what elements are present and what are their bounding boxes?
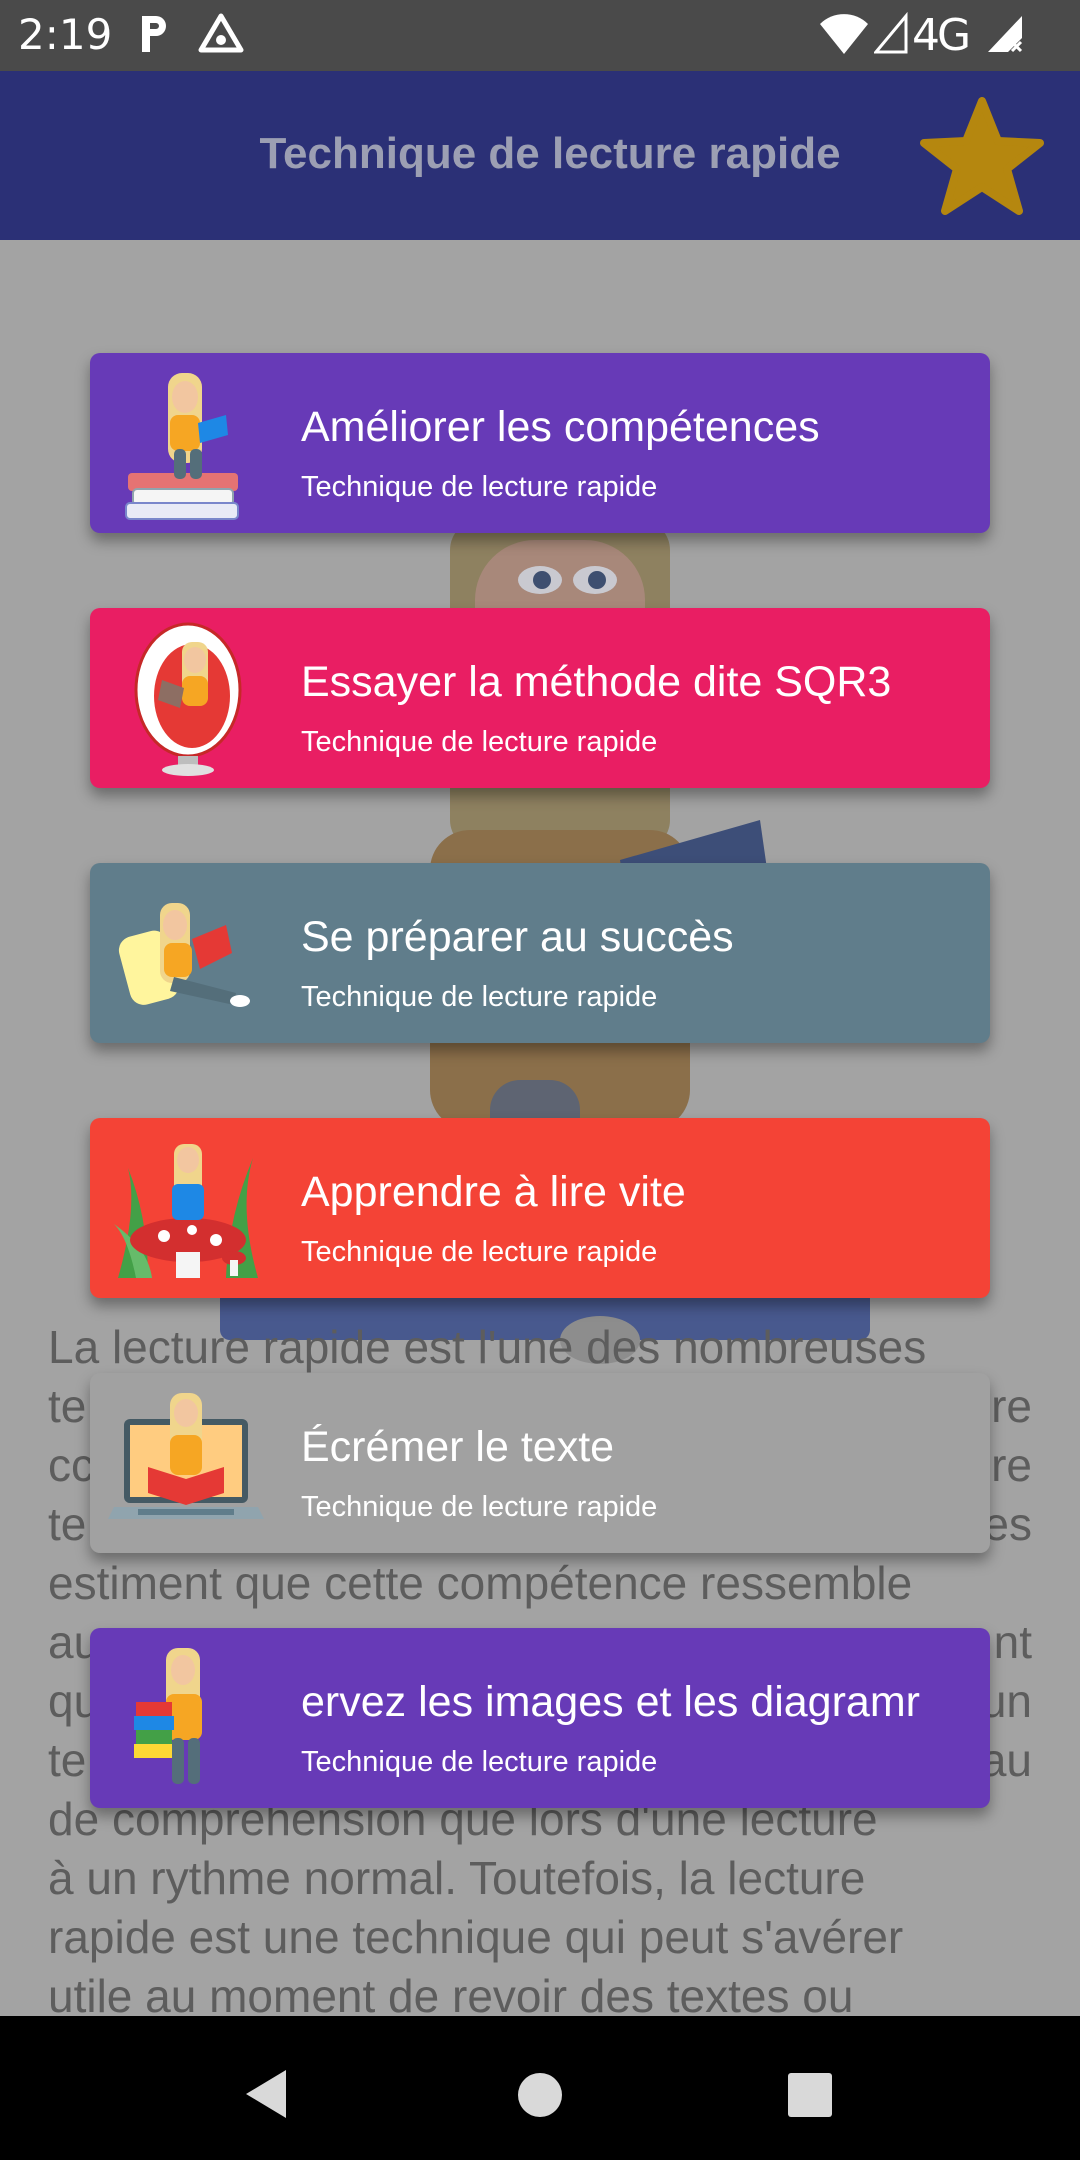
card-subtitle: Technique de lecture rapide — [301, 1236, 658, 1268]
status-time: 2:19 — [18, 10, 113, 59]
card-title: Apprendre à lire vite — [301, 1168, 686, 1216]
article-line-end: es — [983, 1498, 1032, 1550]
card-subtitle: Technique de lecture rapide — [301, 1491, 658, 1523]
card-observe-images[interactable]: ervez les images et les diagramr Techniq… — [90, 1628, 990, 1808]
article-line: cc — [48, 1439, 94, 1491]
network-type: 4G — [912, 10, 971, 61]
card-title: Améliorer les compétences — [301, 403, 820, 451]
article-line-end: re — [991, 1380, 1032, 1432]
article-line: te — [48, 1734, 87, 1786]
article-line: te — [48, 1498, 87, 1550]
card-improve-skills[interactable]: Améliorer les compétences Technique de l… — [90, 353, 990, 533]
card-subtitle: Technique de lecture rapide — [301, 981, 658, 1013]
avatar-laptop-icon — [108, 1393, 264, 1519]
star-icon[interactable] — [918, 97, 1046, 224]
card-title: Se préparer au succès — [301, 913, 734, 961]
system-nav-bar — [0, 2016, 1080, 2160]
signal-no-sim-icon — [984, 12, 1026, 61]
recents-square-icon[interactable] — [787, 2072, 833, 2118]
card-sqr3-method[interactable]: Essayer la méthode dite SQR3 Technique d… — [90, 608, 990, 788]
avatar-egg-chair-icon — [134, 622, 242, 776]
card-title: Essayer la méthode dite SQR3 — [301, 658, 892, 706]
article-line-end: nt — [993, 1616, 1032, 1668]
article-line: utile au moment de revoir des textes ou — [48, 1970, 854, 2016]
triangle-app-icon — [198, 12, 244, 61]
avatar-reading-pillow-icon — [118, 903, 250, 1007]
wifi-icon — [818, 12, 870, 61]
signal-icon — [872, 11, 908, 61]
article-line: à un rythme normal. Toutefois, la lectur… — [48, 1852, 866, 1904]
app-bar: Technique de lecture rapide — [0, 71, 1080, 240]
home-circle-icon[interactable] — [517, 2072, 563, 2118]
article-line: rapide est une technique qui peut s'avér… — [48, 1911, 904, 1963]
article-line: te — [48, 1380, 87, 1432]
article-line: La lecture rapide est l'une des nombreus… — [48, 1321, 927, 1373]
avatar-stack-books-icon — [134, 1648, 202, 1784]
card-title: Écrémer le texte — [301, 1423, 615, 1471]
back-triangle-icon[interactable] — [244, 2068, 288, 2120]
card-subtitle: Technique de lecture rapide — [301, 1746, 658, 1778]
card-title: ervez les images et les diagramr — [301, 1678, 920, 1726]
article-line-end: re — [991, 1439, 1032, 1491]
card-subtitle: Technique de lecture rapide — [301, 471, 658, 503]
parking-p-icon — [138, 12, 172, 61]
article-line: estiment que cette compétence ressemble — [48, 1557, 913, 1609]
avatar-mushroom-icon — [114, 1144, 258, 1278]
card-prepare-success[interactable]: Se préparer au succès Technique de lectu… — [90, 863, 990, 1043]
avatar-on-books-icon — [125, 373, 239, 520]
card-learn-read-fast[interactable]: Apprendre à lire vite Technique de lectu… — [90, 1118, 990, 1298]
card-subtitle: Technique de lecture rapide — [301, 726, 658, 758]
card-skim-text[interactable]: Écrémer le texte Technique de lecture ra… — [90, 1373, 990, 1553]
content-area: La lecture rapide est l'une des nombreus… — [0, 240, 1080, 2016]
status-bar: 2:19 4G — [0, 0, 1080, 71]
